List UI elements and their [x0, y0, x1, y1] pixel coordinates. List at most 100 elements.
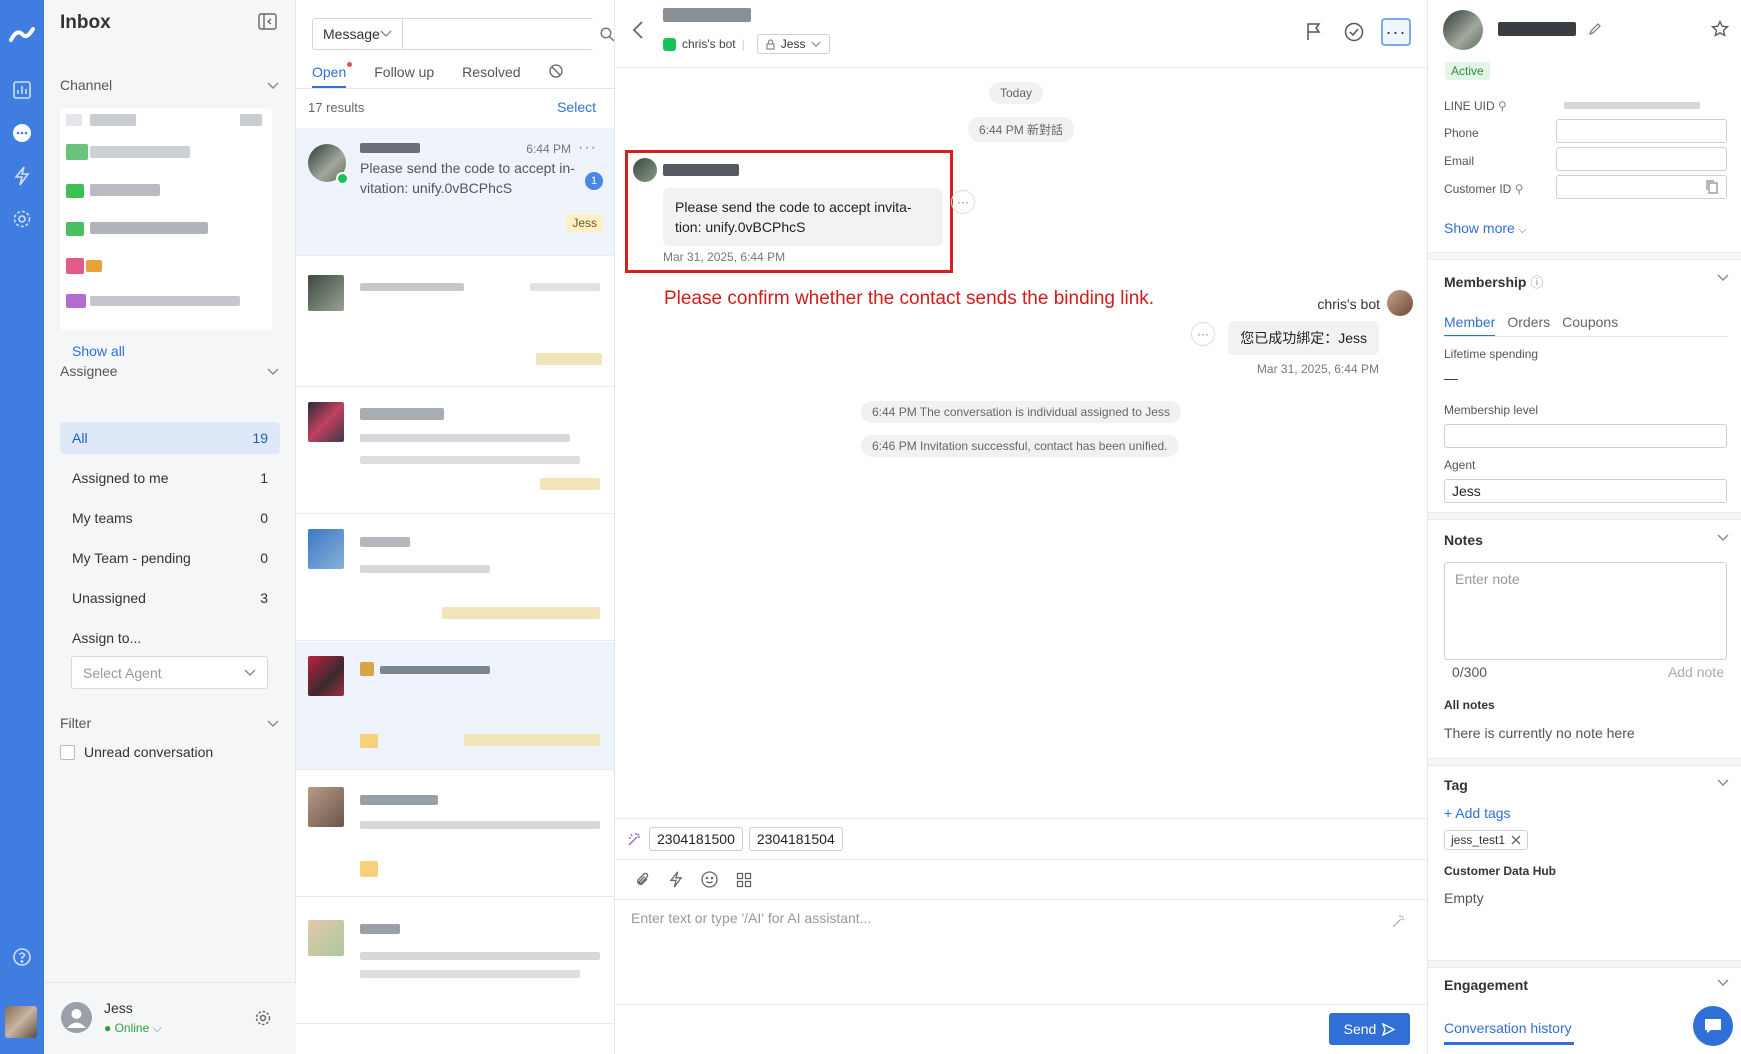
quick-reply-chip[interactable]: 2304181500 — [649, 827, 743, 851]
user-avatar[interactable] — [61, 1002, 92, 1033]
chevron-down-icon[interactable] — [1717, 274, 1729, 282]
resolve-check-icon[interactable] — [1341, 19, 1367, 45]
line-channel-icon — [336, 172, 349, 185]
chevron-down-icon[interactable] — [267, 82, 279, 90]
channel-item-blurred[interactable] — [90, 114, 136, 126]
phone-field[interactable] — [1556, 119, 1727, 143]
more-icon[interactable]: ··· — [578, 139, 597, 157]
channel-item-blurred[interactable] — [90, 184, 160, 196]
chevron-down-icon[interactable] — [1717, 534, 1729, 542]
more-options-icon[interactable]: ··· — [1381, 18, 1411, 46]
channel-item-blurred[interactable] — [90, 296, 240, 306]
attachment-icon[interactable] — [635, 872, 651, 888]
search-input[interactable] — [402, 19, 600, 49]
blurred-text — [360, 924, 400, 934]
channel-item-blurred[interactable] — [240, 114, 262, 126]
assignee-all[interactable]: All 19 — [60, 422, 280, 454]
channel-item-blurred[interactable] — [90, 146, 190, 158]
assignee-label: Unassigned — [72, 590, 146, 606]
unread-checkbox[interactable] — [60, 745, 75, 760]
add-note-button[interactable]: Add note — [1668, 664, 1724, 680]
chevron-down-icon[interactable] — [267, 368, 279, 376]
notes-heading: Notes — [1444, 532, 1483, 548]
add-tags-link[interactable]: + Add tags — [1444, 805, 1511, 821]
section-divider — [1428, 960, 1741, 968]
annotation-text: Please confirm whether the contact sends… — [664, 288, 1155, 309]
logo-icon[interactable] — [9, 22, 35, 48]
assignee-assigned-to-me[interactable]: Assigned to me 1 — [60, 462, 280, 494]
assign-to-label: Assign to... — [60, 622, 280, 654]
user-status-dropdown[interactable]: ● Online ⌵ — [104, 1021, 162, 1036]
message-more-icon[interactable]: ··· — [951, 190, 975, 214]
membership-level-field[interactable] — [1444, 424, 1727, 448]
tab-open[interactable]: Open — [312, 62, 353, 88]
emoji-icon[interactable] — [701, 871, 718, 888]
search-type-dropdown[interactable]: Message — [313, 19, 403, 49]
tab-member[interactable]: Member — [1444, 314, 1496, 337]
copy-icon[interactable] — [1706, 180, 1718, 194]
agent-field[interactable]: Jess — [1444, 479, 1727, 503]
tab-blocked[interactable] — [548, 64, 563, 88]
line-uid-label: LINE UID ⚲ — [1444, 99, 1507, 113]
bot-avatar — [1387, 290, 1413, 316]
show-more-link[interactable]: Show more ⌵ — [1444, 220, 1526, 236]
conversation-item[interactable] — [296, 257, 614, 387]
star-icon[interactable] — [1711, 20, 1729, 38]
user-name: Jess — [104, 1000, 133, 1016]
ai-assist-icon[interactable] — [1391, 913, 1407, 929]
assignee-my-teams[interactable]: My teams 0 — [60, 502, 280, 534]
search-icon[interactable] — [600, 19, 614, 49]
tab-orders[interactable]: Orders — [1507, 314, 1550, 337]
note-input[interactable]: Enter note — [1444, 562, 1727, 660]
chevron-down-icon[interactable] — [1717, 779, 1729, 787]
tab-resolved[interactable]: Resolved — [462, 64, 520, 88]
channel-item-blurred[interactable] — [66, 114, 82, 126]
support-chat-button[interactable] — [1693, 1006, 1733, 1046]
bolt-icon[interactable] — [669, 871, 683, 888]
conversation-item[interactable]: 6:44 PM ··· Please send the code to acce… — [296, 128, 614, 256]
customer-id-field[interactable] — [1556, 175, 1727, 199]
message-more-icon[interactable]: ··· — [1191, 322, 1215, 346]
settings-icon[interactable] — [9, 206, 35, 232]
info-icon[interactable]: ⓘ — [1530, 275, 1543, 290]
message-composer[interactable]: Enter text or type '/AI' for AI assistan… — [631, 910, 871, 926]
flag-icon[interactable] — [1301, 19, 1327, 45]
customer-id-label: Customer ID ⚲ — [1444, 182, 1524, 196]
bolt-icon[interactable] — [9, 163, 35, 189]
assignee-unassigned[interactable]: Unassigned 3 — [60, 582, 280, 614]
chevron-down-icon[interactable] — [1717, 979, 1729, 987]
chat-icon[interactable] — [9, 120, 35, 146]
tab-follow-up[interactable]: Follow up — [374, 64, 434, 88]
assignee-my-team-pending[interactable]: My Team - pending 0 — [60, 542, 280, 574]
conversation-history-tab[interactable]: Conversation history — [1444, 1020, 1574, 1045]
select-agent-dropdown[interactable]: Select Agent — [71, 656, 268, 689]
send-button[interactable]: Send — [1329, 1013, 1410, 1045]
conversation-item[interactable] — [296, 898, 614, 1024]
tab-coupons[interactable]: Coupons — [1562, 314, 1618, 337]
key-icon: ⚲ — [1514, 182, 1524, 196]
conversation-item[interactable] — [296, 642, 614, 770]
channel-item-blurred[interactable] — [90, 222, 208, 234]
blurred-text — [360, 456, 580, 464]
template-icon[interactable] — [736, 872, 752, 888]
assignee-dropdown[interactable]: Jess — [756, 34, 831, 54]
back-arrow-icon[interactable] — [631, 20, 645, 40]
email-field[interactable] — [1556, 147, 1727, 171]
chart-icon[interactable] — [9, 77, 35, 103]
select-link[interactable]: Select — [557, 99, 596, 115]
collapse-sidebar-icon[interactable] — [258, 13, 277, 30]
edit-pencil-icon[interactable] — [1588, 22, 1602, 36]
quick-reply-chip[interactable]: 2304181504 — [748, 827, 843, 851]
workspace-avatar[interactable] — [5, 1006, 37, 1038]
gear-icon[interactable] — [254, 1009, 272, 1027]
bot-sender-name: chris's bot — [1317, 296, 1380, 312]
show-all-channels-link[interactable]: Show all — [72, 343, 125, 359]
assignee-count: 19 — [252, 430, 268, 446]
blurred-text — [360, 537, 410, 547]
conversation-item[interactable] — [296, 771, 614, 897]
conversation-item[interactable] — [296, 388, 614, 514]
help-icon[interactable] — [9, 944, 35, 970]
chevron-down-icon[interactable] — [267, 720, 279, 728]
conversation-item[interactable] — [296, 515, 614, 641]
close-icon[interactable] — [1511, 835, 1521, 845]
